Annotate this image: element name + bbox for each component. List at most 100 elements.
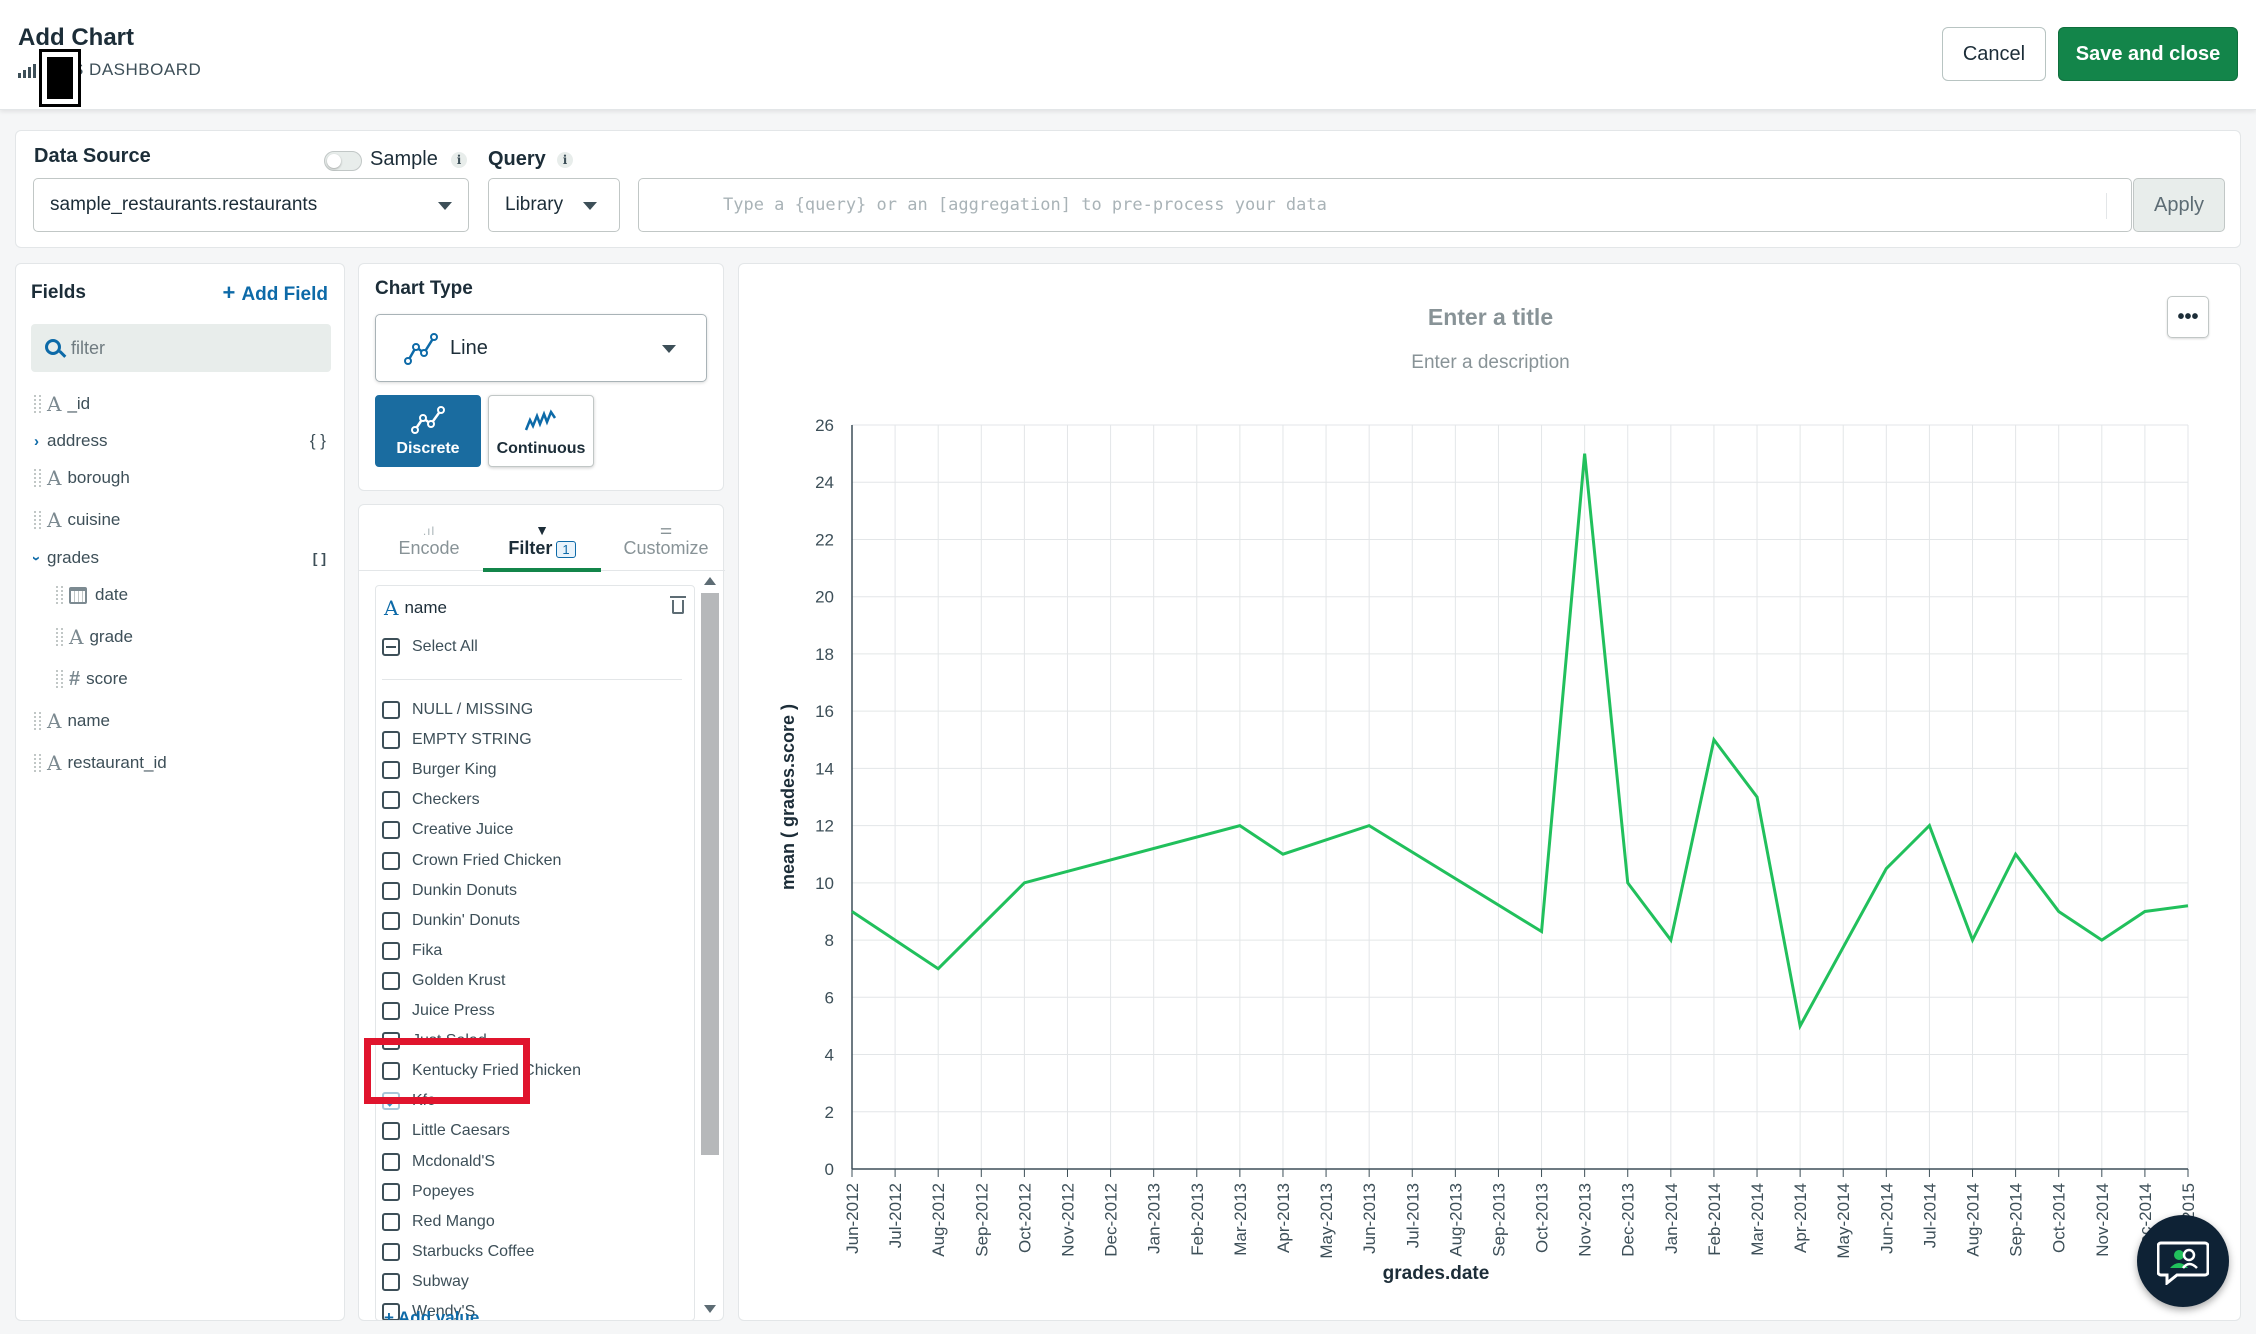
y-tick-label: 6 — [825, 988, 834, 1007]
checkbox-icon[interactable] — [382, 881, 400, 900]
sample-info-icon[interactable]: i — [451, 152, 467, 168]
checkbox-icon[interactable] — [382, 1152, 400, 1171]
calendar-icon — [69, 586, 87, 604]
chat-support-button[interactable] — [2137, 1215, 2229, 1307]
checkbox-icon[interactable] — [382, 761, 400, 780]
checkbox-icon[interactable] — [382, 821, 400, 840]
field-item-cuisine[interactable]: Acuisine — [34, 504, 120, 536]
continuous-button[interactable]: Continuous — [488, 395, 594, 467]
checkbox-partial-icon[interactable] — [382, 638, 400, 656]
field-label: restaurant_id — [67, 753, 167, 772]
field-item-borough[interactable]: Aborough — [34, 462, 130, 494]
checkbox-icon[interactable] — [382, 701, 400, 719]
checkbox-icon[interactable] — [382, 1002, 400, 1020]
scrollbar-thumb[interactable] — [701, 593, 719, 1155]
fields-filter-input[interactable]: filter — [31, 324, 331, 372]
checkbox-icon[interactable] — [382, 1272, 400, 1291]
chevron-right-icon[interactable]: › — [34, 433, 39, 450]
chart-type-select[interactable]: Line — [375, 314, 707, 382]
data-source-select[interactable]: sample_restaurants.restaurants — [33, 178, 469, 232]
filter-option[interactable]: Little Caesars — [382, 1117, 510, 1145]
add-value-button[interactable]: + Add value — [384, 1308, 480, 1321]
checkbox-icon[interactable] — [382, 791, 400, 810]
filter-field-name: name — [404, 598, 447, 617]
x-tick-label: Aug-2012 — [929, 1183, 948, 1257]
filter-option[interactable]: Dunkin' Donuts — [382, 907, 520, 935]
field-item-score[interactable]: # score — [56, 663, 128, 695]
checkbox-icon[interactable] — [382, 1122, 400, 1141]
cancel-button[interactable]: Cancel — [1942, 27, 2046, 81]
filter-option[interactable]: Red Mango — [382, 1208, 495, 1236]
filter-option[interactable]: NULL / MISSING — [382, 696, 533, 724]
tab-encode[interactable]: .ıl Encode — [379, 505, 479, 571]
chevron-down-icon — [662, 345, 676, 353]
drag-handle-icon[interactable] — [34, 469, 41, 487]
tab-filter-label: Filter — [508, 538, 553, 558]
checkbox-icon[interactable] — [382, 1212, 400, 1231]
drag-handle-icon[interactable] — [56, 586, 63, 604]
drag-handle-icon[interactable] — [34, 754, 41, 772]
drag-handle-icon[interactable] — [34, 395, 41, 413]
filter-option-label: Dunkin Donuts — [412, 881, 517, 899]
field-item-address[interactable]: › address { } — [34, 425, 346, 457]
scroll-up-icon[interactable] — [704, 577, 716, 585]
drag-handle-icon[interactable] — [56, 670, 63, 688]
x-tick-label: Jun-2013 — [1360, 1183, 1379, 1254]
checkbox-icon[interactable] — [382, 911, 400, 930]
drag-handle-icon[interactable] — [34, 712, 41, 730]
checkbox-icon[interactable] — [382, 971, 400, 990]
filter-option[interactable]: Golden Krust — [382, 967, 505, 995]
field-label: cuisine — [67, 510, 121, 529]
filter-divider — [382, 679, 682, 680]
x-tick-label: Nov-2012 — [1058, 1183, 1077, 1257]
filter-option-label: Golden Krust — [412, 971, 506, 989]
y-tick-label: 16 — [815, 702, 834, 721]
drag-handle-icon[interactable] — [56, 628, 63, 646]
field-item-grade[interactable]: Agrade — [56, 621, 133, 653]
checkbox-icon[interactable] — [382, 941, 400, 960]
field-item-date[interactable]: date — [56, 579, 128, 611]
filter-option[interactable]: Subway — [382, 1268, 469, 1296]
sample-toggle[interactable] — [324, 151, 362, 171]
checkbox-icon[interactable] — [382, 731, 400, 750]
checkbox-icon[interactable] — [382, 851, 400, 870]
highlight-annotation-box — [364, 1038, 530, 1104]
scroll-down-icon[interactable] — [704, 1305, 716, 1313]
x-tick-label: Oct-2013 — [1533, 1183, 1552, 1253]
trash-icon[interactable] — [670, 596, 686, 614]
filter-option[interactable]: Fika — [382, 937, 442, 965]
filter-option[interactable]: EMPTY STRING — [382, 726, 532, 754]
chart-type-panel: Chart Type Line Discrete Continuous — [358, 263, 724, 491]
filter-option[interactable]: Creative Juice — [382, 816, 513, 844]
field-label: borough — [67, 468, 130, 487]
y-tick-label: 18 — [815, 645, 834, 664]
field-item-id[interactable]: A _id — [34, 388, 90, 420]
filter-option[interactable]: Starbucks Coffee — [382, 1238, 534, 1266]
filter-option[interactable]: Popeyes — [382, 1178, 474, 1206]
field-item-name[interactable]: Aname — [34, 705, 110, 737]
field-item-grades[interactable]: › grades [ ] — [28, 542, 346, 574]
tab-customize[interactable]: ⚌ Customize — [609, 505, 723, 571]
filter-option[interactable]: Dunkin Donuts — [382, 877, 517, 905]
filter-option[interactable]: Checkers — [382, 786, 480, 814]
add-value-label: Add value — [398, 1308, 480, 1321]
select-all-checkbox[interactable]: Select All — [382, 633, 478, 661]
drag-handle-icon[interactable] — [34, 511, 41, 529]
checkbox-icon[interactable] — [382, 1242, 400, 1261]
filter-option[interactable]: Mcdonald'S — [382, 1148, 495, 1176]
discrete-line-icon — [411, 406, 445, 434]
field-item-restaurant-id[interactable]: Arestaurant_id — [34, 747, 167, 779]
save-and-close-button[interactable]: Save and close — [2058, 27, 2238, 81]
add-field-button[interactable]: + Add Field — [222, 280, 328, 306]
discrete-button[interactable]: Discrete — [375, 395, 481, 467]
filter-option[interactable]: Crown Fried Chicken — [382, 847, 561, 875]
chevron-down-icon[interactable]: › — [28, 556, 45, 561]
filter-option[interactable]: Juice Press — [382, 997, 495, 1025]
filter-option[interactable]: Burger King — [382, 756, 497, 784]
query-info-icon[interactable]: i — [557, 152, 573, 168]
checkbox-icon[interactable] — [382, 1182, 400, 1201]
apply-button[interactable]: Apply — [2133, 178, 2225, 232]
library-select[interactable]: Library — [488, 178, 620, 232]
query-input[interactable]: Type a {query} or an [aggregation] to pr… — [638, 178, 2132, 232]
tab-filter[interactable]: ▼ Filter 1 — [483, 505, 601, 572]
